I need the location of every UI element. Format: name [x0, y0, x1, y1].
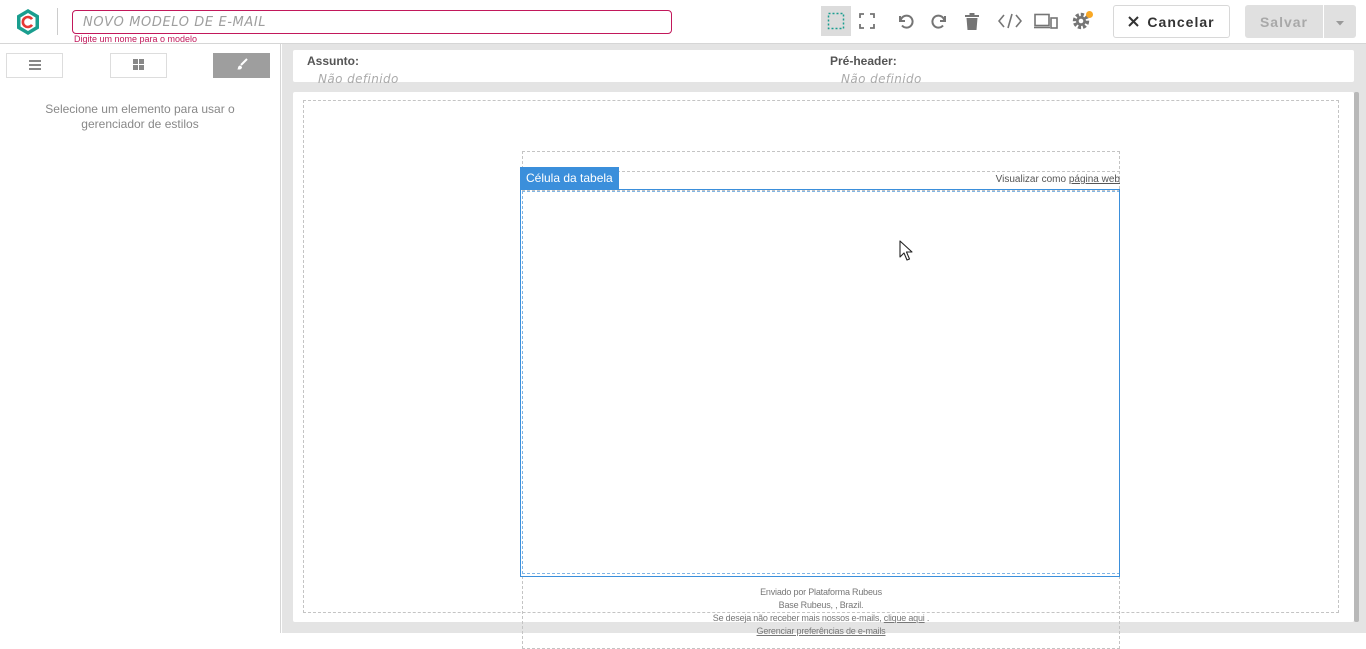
device-preview-button[interactable] — [1031, 6, 1061, 36]
footer-preferences-line: Gerenciar preferências de e-mails — [522, 625, 1120, 638]
selected-table-cell[interactable] — [520, 189, 1120, 577]
email-footer[interactable]: Enviado por Plataforma Rubeus Base Rubeu… — [522, 586, 1120, 638]
code-view-button[interactable] — [995, 6, 1025, 36]
close-icon — [1128, 14, 1140, 30]
subject-field[interactable]: Não definido — [318, 72, 399, 86]
view-web-prefix: Visualizar como — [995, 174, 1069, 185]
cancel-button[interactable]: Cancelar — [1113, 5, 1230, 38]
footer-unsubscribe-text: Se deseja não receber mais nossos e-mail… — [712, 613, 884, 623]
footer-sender: Enviado por Plataforma Rubeus — [760, 587, 882, 597]
devices-icon — [1034, 13, 1058, 29]
cancel-label: Cancelar — [1147, 13, 1215, 30]
tab-blocks[interactable] — [110, 53, 167, 78]
view-web-link[interactable]: página web — [1069, 174, 1120, 185]
style-manager-empty-message: Selecione um elemento para usar o gerenc… — [45, 102, 235, 131]
settings-button[interactable] — [1066, 6, 1096, 36]
redo-button[interactable] — [925, 6, 955, 36]
footer-address: Base Rubeus, , Brazil. — [778, 600, 864, 610]
preheader-label: Pré-header: — [830, 54, 897, 68]
footer-unsubscribe-suffix: . — [924, 613, 930, 623]
logo-divider — [57, 8, 58, 35]
template-name-hint: Digite um nome para o modelo — [74, 34, 198, 44]
canvas-scrollbar-thumb[interactable] — [1354, 92, 1359, 622]
email-meta-card: Assunto: Não definido Pré-header: Não de… — [293, 50, 1354, 86]
unsubscribe-link[interactable]: clique aqui — [884, 613, 925, 623]
fullscreen-icon — [859, 13, 875, 29]
template-name-input[interactable] — [72, 10, 672, 34]
select-tool-button[interactable] — [821, 6, 851, 36]
fullscreen-button[interactable] — [852, 6, 882, 36]
undo-icon — [896, 12, 914, 30]
caret-down-icon — [1336, 13, 1344, 31]
select-icon — [827, 12, 845, 30]
email-canvas[interactable]: Visualizar como página web Célula da tab… — [293, 92, 1354, 649]
selected-element-badge: Célula da tabela — [520, 167, 619, 190]
manage-preferences-link[interactable]: Gerenciar preferências de e-mails — [757, 626, 886, 636]
mouse-cursor-icon — [899, 240, 913, 266]
layers-icon — [28, 57, 41, 75]
tab-style-manager[interactable] — [213, 53, 270, 78]
notification-dot — [1086, 11, 1093, 18]
view-as-webpage-text: Visualizar como página web — [996, 174, 1120, 185]
top-bar: Digite um nome para o modelo — [0, 0, 1366, 44]
save-button[interactable]: Salvar — [1245, 5, 1323, 38]
style-brush-icon — [236, 57, 248, 75]
code-icon — [998, 13, 1022, 29]
trash-icon — [965, 12, 979, 30]
save-options-dropdown[interactable] — [1324, 5, 1356, 38]
redo-icon — [931, 12, 949, 30]
delete-button[interactable] — [957, 6, 987, 36]
tab-layers[interactable] — [6, 53, 63, 78]
save-label: Salvar — [1259, 13, 1309, 30]
footer-unsubscribe-line: Se deseja não receber mais nossos e-mail… — [522, 612, 1120, 625]
blocks-icon — [133, 57, 144, 75]
subject-label: Assunto: — [307, 54, 359, 68]
editor-workspace: Assunto: Não definido Pré-header: Não de… — [282, 44, 1366, 649]
style-manager-panel: Selecione um elemento para usar o gerenc… — [0, 44, 281, 633]
rubeus-logo[interactable] — [14, 8, 42, 36]
preheader-field[interactable]: Não definido — [841, 72, 922, 86]
undo-button[interactable] — [890, 6, 920, 36]
